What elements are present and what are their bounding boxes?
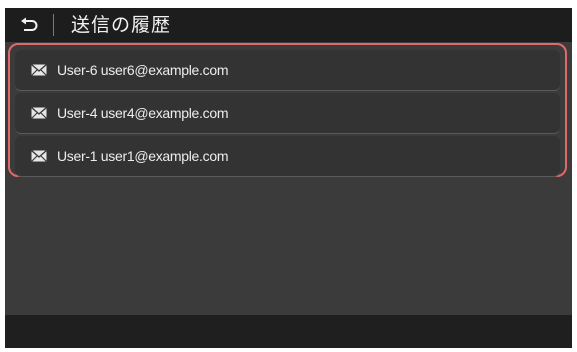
page-title: 送信の履歴 <box>71 14 172 36</box>
header-bar: 送信の履歴 <box>5 8 572 42</box>
history-item-label: User-6 user6@example.com <box>57 62 229 78</box>
history-item-label: User-1 user1@example.com <box>57 148 229 164</box>
history-item[interactable]: User-4 user4@example.com <box>15 93 560 134</box>
device-screen: 送信の履歴 User-6 user6@example.com User-4 us… <box>5 8 572 348</box>
return-arrow-icon <box>20 17 38 33</box>
history-item[interactable]: User-6 user6@example.com <box>15 50 560 91</box>
footer-bar <box>5 315 572 348</box>
envelope-icon <box>31 107 47 119</box>
back-button[interactable] <box>5 8 53 42</box>
envelope-icon <box>31 150 47 162</box>
history-item[interactable]: User-1 user1@example.com <box>15 136 560 177</box>
envelope-icon <box>31 64 47 76</box>
history-list: User-6 user6@example.com User-4 user4@ex… <box>8 43 567 177</box>
header-divider <box>53 14 54 36</box>
history-item-label: User-4 user4@example.com <box>57 105 229 121</box>
